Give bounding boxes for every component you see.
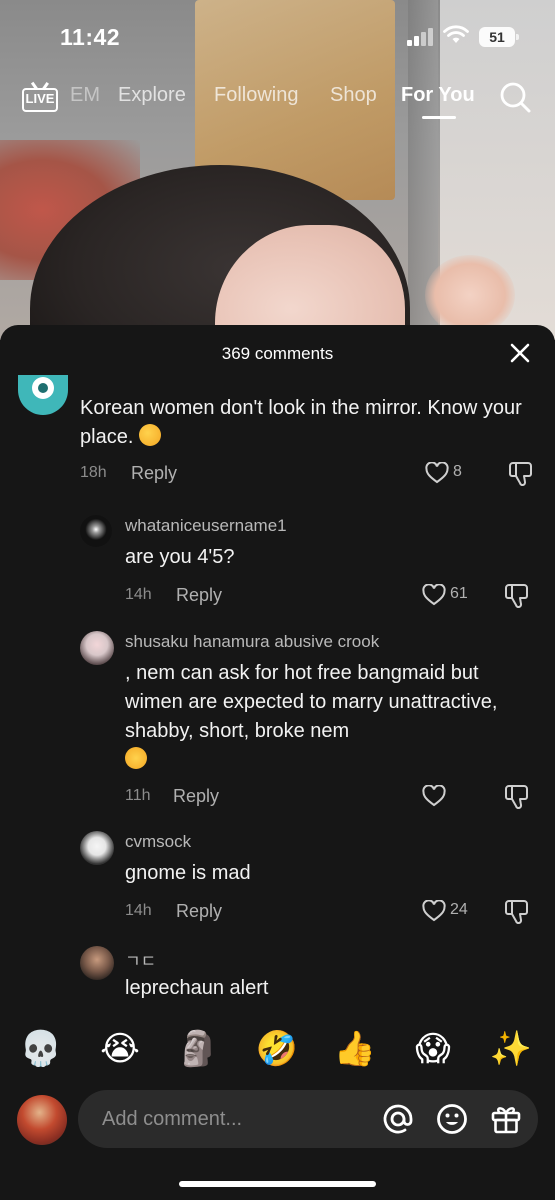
my-avatar[interactable] (17, 1095, 67, 1145)
comment-item: cvmsock gnome is mad 14h Reply 24 (0, 825, 555, 925)
emoji-quick-bar: 💀 😭 🗿 🤣 👍 😱 ✨ (0, 1025, 555, 1077)
avatar[interactable] (80, 946, 114, 980)
emoji-thumbs-up-button[interactable]: 👍 (333, 1025, 377, 1073)
close-icon[interactable] (508, 341, 532, 365)
status-time: 11:42 (60, 24, 121, 50)
tab-em[interactable]: EM (70, 84, 100, 107)
like-button[interactable]: 8 (425, 460, 471, 486)
heart-icon (422, 785, 446, 807)
search-icon[interactable] (498, 80, 532, 114)
like-count: 61 (450, 585, 468, 602)
dislike-icon[interactable] (504, 899, 530, 925)
wifi-icon (443, 25, 469, 43)
dislike-icon[interactable] (504, 583, 530, 609)
tab-explore[interactable]: Explore (118, 84, 186, 107)
avatar[interactable] (80, 515, 112, 547)
tab-for-you[interactable]: For You (401, 84, 475, 107)
comment-time: 14h (125, 902, 152, 919)
dislike-icon[interactable] (504, 784, 530, 810)
emoji-crying-button[interactable]: 😭 (98, 1025, 142, 1073)
username[interactable]: cvmsock (125, 832, 191, 852)
comment-text: are you 4'5? (125, 546, 235, 568)
emoji-skull-button[interactable]: 💀 (19, 1025, 63, 1073)
like-count: 24 (450, 901, 468, 918)
comment-count: 369 comments (221, 344, 334, 363)
cellular-signal-icon (407, 28, 435, 46)
comment-time: 14h (125, 586, 152, 603)
heart-icon (422, 900, 446, 922)
comment-composer (0, 1088, 555, 1152)
comment-time: 11h (125, 787, 151, 804)
like-count: 8 (453, 463, 462, 480)
active-tab-indicator (422, 116, 456, 119)
reply-button[interactable]: Reply (131, 463, 177, 484)
comment-item: Korean women don't look in the mirror. K… (0, 375, 555, 495)
reply-button[interactable]: Reply (176, 585, 222, 606)
top-navigation: LIVE EM Explore Following Shop For You (0, 76, 555, 120)
comment-input[interactable] (78, 1090, 538, 1148)
username[interactable]: ㄱㄷ (125, 947, 156, 972)
username[interactable]: shusaku hanamura abusive crook (125, 632, 379, 652)
comment-item: whataniceusername1 are you 4'5? 14h Repl… (0, 510, 555, 610)
emoji-scream-button[interactable]: 😱 (411, 1025, 455, 1073)
emoji-picker-icon[interactable] (435, 1102, 469, 1136)
tab-following[interactable]: Following (214, 84, 298, 107)
emoji-sparkles-button[interactable]: ✨ (489, 1025, 533, 1073)
comment-text: Korean women don't look in the mirror. K… (80, 397, 522, 448)
gift-icon[interactable] (489, 1102, 523, 1136)
reply-button[interactable]: Reply (176, 901, 222, 922)
emoji-moai-button[interactable]: 🗿 (176, 1025, 220, 1073)
username[interactable]: whataniceusername1 (125, 516, 287, 536)
comment-text: , nem can ask for hot free bangmaid but … (125, 659, 530, 775)
comment-item: shusaku hanamura abusive crook , nem can… (0, 625, 555, 815)
avatar[interactable] (80, 831, 114, 865)
dislike-icon[interactable] (508, 461, 534, 487)
shushing-face-emoji (138, 424, 161, 446)
battery-icon: 51 (479, 27, 519, 47)
live-icon[interactable]: LIVE (22, 82, 58, 112)
like-button[interactable]: 61 (422, 582, 468, 608)
emoji-rofl-button[interactable]: 🤣 (255, 1025, 299, 1073)
comment-list[interactable]: Korean women don't look in the mirror. K… (0, 375, 555, 1020)
comment-text: leprechaun alert (125, 977, 269, 999)
comments-header: 369 comments (0, 325, 555, 381)
status-bar: 11:42 51 (0, 0, 555, 70)
background-hand (425, 255, 515, 335)
heart-icon (422, 584, 446, 606)
comment-item: ㄱㄷ leprechaun alert (0, 940, 555, 1020)
live-label: LIVE (22, 88, 58, 112)
mention-icon[interactable] (381, 1102, 415, 1136)
heart-icon (425, 462, 449, 484)
reply-button[interactable]: Reply (173, 786, 219, 807)
home-indicator[interactable] (179, 1181, 376, 1187)
comment-time: 18h (80, 464, 107, 481)
kissing-cat-emoji (125, 747, 147, 769)
avatar[interactable] (18, 375, 68, 415)
tab-shop[interactable]: Shop (330, 84, 377, 107)
comment-text: gnome is mad (125, 862, 251, 884)
like-button[interactable] (422, 783, 468, 809)
avatar[interactable] (80, 631, 114, 665)
like-button[interactable]: 24 (422, 898, 468, 924)
